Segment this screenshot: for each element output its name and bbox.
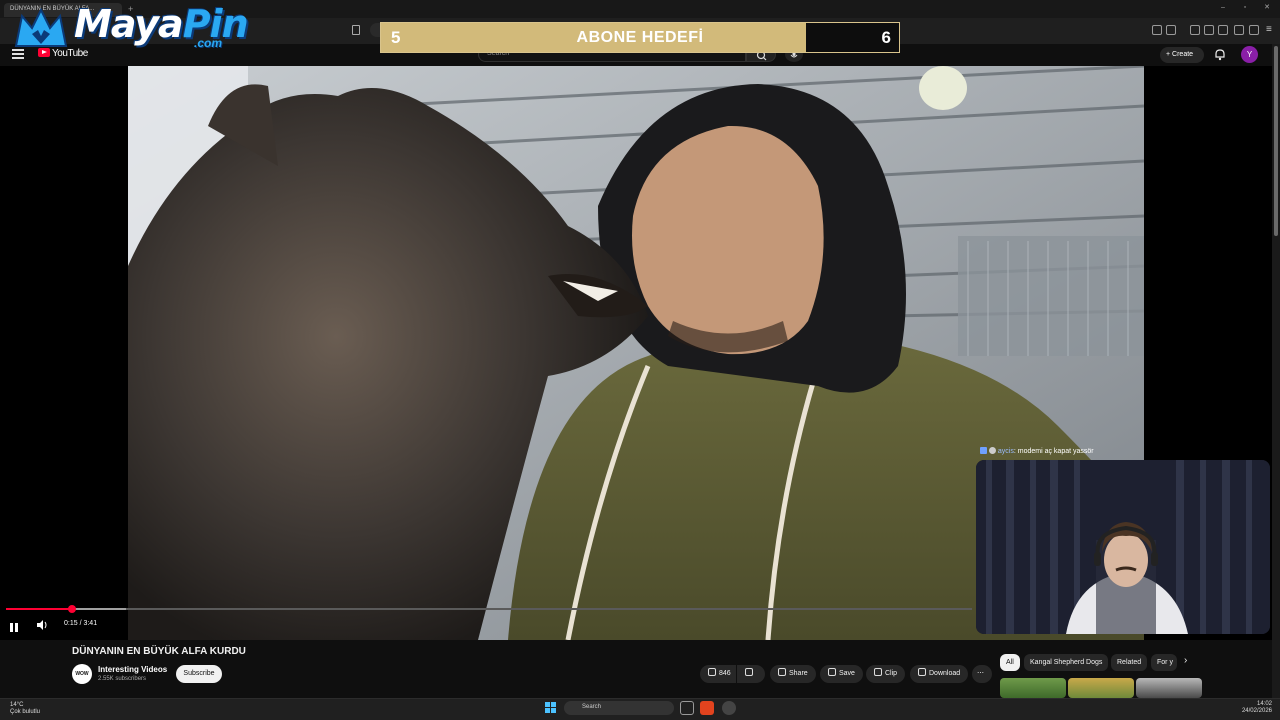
task-view-icon[interactable] (680, 701, 694, 715)
subscribe-button[interactable]: Subscribe (176, 665, 222, 683)
channel-name[interactable]: Interesting Videos (98, 665, 167, 674)
notifications-bell-icon[interactable] (1214, 48, 1226, 61)
maximize-icon[interactable]: ▫ (1240, 4, 1250, 12)
download-button[interactable]: Download (910, 665, 969, 683)
youtube-play-icon (38, 48, 50, 57)
webcam-image (976, 460, 1270, 634)
thumbs-down-icon (745, 668, 753, 676)
related-thumbnail[interactable] (1136, 678, 1202, 698)
chat-text: : modemi aç kapat yassör (1013, 448, 1094, 455)
webcam-overlay (976, 460, 1270, 634)
account-avatar[interactable]: Y (1241, 46, 1258, 63)
subscriber-goal-bar: 5 ABONE HEDEFİ 6 (380, 22, 900, 53)
time-display: 0:15 / 3:41 (64, 620, 98, 627)
taskbar-search-label: Search (582, 704, 602, 710)
dislike-button[interactable] (737, 665, 765, 683)
goal-title: ABONE HEDEFİ (576, 29, 704, 46)
create-button[interactable]: + Create (1160, 47, 1204, 63)
chat-badge-icon (988, 447, 996, 454)
share-label: Share (789, 670, 808, 677)
close-window-icon[interactable]: ✕ (1262, 4, 1272, 12)
like-count: 846 (719, 670, 731, 677)
logo-word-maya: Maya (74, 2, 184, 46)
related-thumbnail[interactable] (1068, 678, 1134, 698)
browser-menu-icon[interactable]: ≡ (1266, 24, 1272, 35)
progress-track[interactable] (6, 608, 972, 610)
scissors-icon (874, 668, 882, 676)
goal-end: 6 (881, 28, 891, 47)
download-label: Download (929, 670, 961, 677)
progress-played (6, 608, 72, 610)
share-icon (778, 668, 786, 676)
clock-date: 24/02/2026 (1241, 708, 1272, 714)
mayapin-logo: MayaPin .com YouTube (4, 0, 249, 60)
taskbar-clock[interactable]: 14:02 24/02/2026 (1232, 701, 1272, 715)
chip-related[interactable]: Related (1111, 654, 1148, 671)
clock-time: 14:02 (1256, 701, 1272, 707)
volume-icon[interactable] (35, 618, 49, 632)
chat-message: aycis: modemi aç kapat yassör (980, 447, 1094, 455)
subscriber-count: 2.55K subscribers (98, 676, 147, 682)
minimize-icon[interactable]: – (1218, 4, 1228, 12)
sidebar-icon[interactable] (1204, 25, 1214, 35)
chat-username: aycis (997, 448, 1014, 455)
wolf-logo-icon (14, 7, 68, 47)
windows-start-icon[interactable] (545, 702, 557, 714)
taskbar-search[interactable]: Search (564, 701, 674, 715)
like-button[interactable]: 846 (700, 665, 736, 683)
save-button[interactable]: Save (820, 665, 863, 683)
brave-browser-icon[interactable] (700, 701, 714, 715)
share-button[interactable]: Share (770, 665, 816, 683)
thumbs-up-icon (708, 668, 716, 676)
extensions-icon[interactable] (1152, 25, 1162, 35)
clip-label: Clip (885, 670, 898, 677)
chip-all[interactable]: All (1000, 654, 1020, 671)
screenshot-icon[interactable] (1166, 25, 1176, 35)
rewards-icon[interactable] (1249, 25, 1259, 35)
weather-desc: Çok bulutlu (10, 709, 41, 715)
weather-widget[interactable]: 14°C Çok bulutlu (10, 702, 40, 716)
video-title: DÜNYANIN EN BÜYÜK ALFA KURDU (72, 646, 246, 657)
media-control-icon[interactable] (1190, 25, 1200, 35)
chevron-right-icon[interactable]: › (1184, 655, 1187, 666)
obs-icon[interactable] (722, 701, 736, 715)
download-icon (918, 668, 926, 676)
chat-badge-icon (980, 447, 987, 454)
progress-scrubber[interactable] (67, 605, 76, 613)
more-actions-icon[interactable]: ⋯ (972, 665, 992, 683)
pause-icon[interactable] (10, 619, 22, 632)
related-thumbnail[interactable] (1000, 678, 1066, 698)
bookmark-save-icon (828, 668, 836, 676)
scrollbar-thumb[interactable] (1274, 46, 1278, 236)
wallet-icon[interactable] (1218, 25, 1228, 35)
chip-kangal[interactable]: Kangal Shepherd Dogs (1024, 654, 1109, 671)
channel-avatar[interactable]: WOW (72, 664, 92, 684)
youtube-label: YouTube (52, 48, 88, 59)
clip-button[interactable]: Clip (866, 665, 906, 683)
weather-temp: 14°C (10, 702, 24, 708)
create-label: Create (1172, 51, 1194, 58)
chip-for-you[interactable]: For y (1151, 654, 1177, 671)
youtube-logo[interactable]: YouTube (38, 48, 88, 60)
brave-shield-icon[interactable] (1234, 25, 1244, 35)
save-label: Save (839, 670, 855, 677)
logo-suffix: .com (194, 36, 223, 50)
bookmark-icon[interactable] (352, 25, 360, 35)
